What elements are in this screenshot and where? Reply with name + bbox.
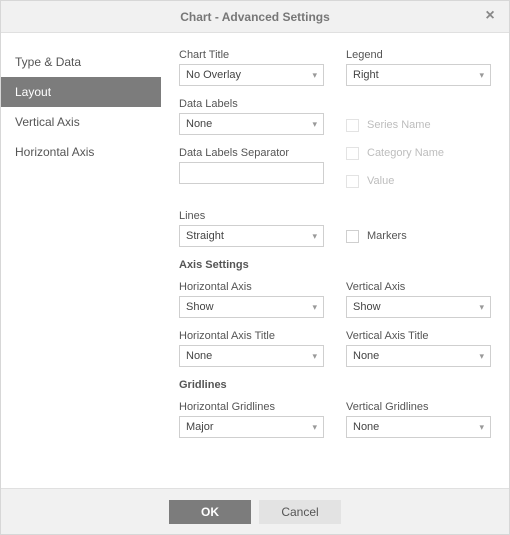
v-grid-value: None <box>353 421 379 433</box>
h-grid-select[interactable]: Major ▾ <box>179 416 324 438</box>
dialog-footer: OK Cancel <box>1 488 509 534</box>
v-grid-label: Vertical Gridlines <box>346 401 491 413</box>
legend-value: Right <box>353 69 379 81</box>
v-axis-title-select[interactable]: None ▾ <box>346 345 491 367</box>
lines-select[interactable]: Straight ▾ <box>179 225 324 247</box>
title-bar: Chart - Advanced Settings × <box>1 1 509 33</box>
h-axis-title-label: Horizontal Axis Title <box>179 330 324 342</box>
sidebar-item-horizontal-axis[interactable]: Horizontal Axis <box>1 137 161 167</box>
sidebar: Type & Data Layout Vertical Axis Horizon… <box>1 33 161 488</box>
cancel-button[interactable]: Cancel <box>259 500 341 524</box>
chevron-down-icon: ▾ <box>479 302 484 313</box>
axis-settings-heading: Axis Settings <box>179 259 491 271</box>
content-panel: Chart Title No Overlay ▾ Legend Right ▾ <box>161 33 509 488</box>
h-axis-select[interactable]: Show ▾ <box>179 296 324 318</box>
separator-label: Data Labels Separator <box>179 147 324 159</box>
category-name-label: Category Name <box>367 147 444 159</box>
v-grid-select[interactable]: None ▾ <box>346 416 491 438</box>
dialog-body: Type & Data Layout Vertical Axis Horizon… <box>1 33 509 488</box>
checkbox-box-icon <box>346 175 359 188</box>
h-grid-label: Horizontal Gridlines <box>179 401 324 413</box>
chevron-down-icon: ▾ <box>312 119 317 130</box>
series-name-label: Series Name <box>367 119 431 131</box>
v-axis-title-value: None <box>353 350 379 362</box>
v-axis-value: Show <box>353 301 381 313</box>
h-axis-value: Show <box>186 301 214 313</box>
chevron-down-icon: ▾ <box>312 351 317 362</box>
sidebar-item-layout[interactable]: Layout <box>1 77 161 107</box>
v-axis-label: Vertical Axis <box>346 281 491 293</box>
h-axis-title-select[interactable]: None ▾ <box>179 345 324 367</box>
legend-select[interactable]: Right ▾ <box>346 64 491 86</box>
dialog-chart-advanced-settings: Chart - Advanced Settings × Type & Data … <box>0 0 510 535</box>
dialog-title: Chart - Advanced Settings <box>180 10 330 24</box>
checkbox-box-icon <box>346 119 359 132</box>
series-name-checkbox: Series Name <box>346 114 491 136</box>
sidebar-item-type-data[interactable]: Type & Data <box>1 47 161 77</box>
data-labels-label: Data Labels <box>179 98 324 110</box>
chevron-down-icon: ▾ <box>479 422 484 433</box>
lines-label: Lines <box>179 210 324 222</box>
markers-checkbox[interactable]: Markers <box>346 225 491 247</box>
checkbox-box-icon <box>346 147 359 160</box>
separator-input[interactable] <box>179 162 324 184</box>
legend-label: Legend <box>346 49 491 61</box>
h-axis-title-value: None <box>186 350 212 362</box>
h-grid-value: Major <box>186 421 214 433</box>
lines-value: Straight <box>186 230 224 242</box>
data-labels-select[interactable]: None ▾ <box>179 113 324 135</box>
chart-title-value: No Overlay <box>186 69 241 81</box>
sidebar-item-vertical-axis[interactable]: Vertical Axis <box>1 107 161 137</box>
h-axis-label: Horizontal Axis <box>179 281 324 293</box>
v-axis-select[interactable]: Show ▾ <box>346 296 491 318</box>
chevron-down-icon: ▾ <box>312 70 317 81</box>
chevron-down-icon: ▾ <box>479 70 484 81</box>
gridlines-heading: Gridlines <box>179 379 491 391</box>
value-checkbox: Value <box>346 170 491 192</box>
value-label: Value <box>367 175 394 187</box>
data-labels-value: None <box>186 118 212 130</box>
close-icon[interactable]: × <box>481 7 499 25</box>
ok-button[interactable]: OK <box>169 500 251 524</box>
chevron-down-icon: ▾ <box>312 422 317 433</box>
chart-title-label: Chart Title <box>179 49 324 61</box>
v-axis-title-label: Vertical Axis Title <box>346 330 491 342</box>
chart-title-select[interactable]: No Overlay ▾ <box>179 64 324 86</box>
checkbox-box-icon <box>346 230 359 243</box>
chevron-down-icon: ▾ <box>312 231 317 242</box>
chevron-down-icon: ▾ <box>479 351 484 362</box>
category-name-checkbox: Category Name <box>346 142 491 164</box>
chevron-down-icon: ▾ <box>312 302 317 313</box>
markers-label: Markers <box>367 230 407 242</box>
